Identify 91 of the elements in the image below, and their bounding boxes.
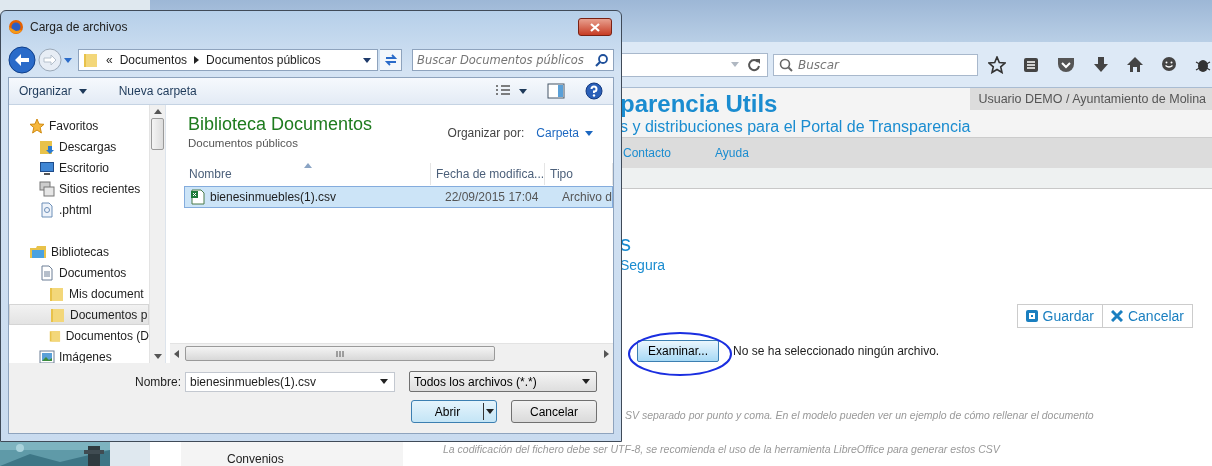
search-icon: [779, 57, 793, 72]
arrange-label: Organizar por:: [447, 126, 525, 140]
preview-pane-icon[interactable]: [547, 83, 565, 99]
site-title: parencia Utils: [620, 90, 779, 118]
sidebar-item[interactable]: Convenios: [227, 452, 284, 466]
home-icon[interactable]: [1126, 55, 1144, 74]
cancel-button[interactable]: Cancelar: [511, 400, 597, 423]
view-list-icon[interactable]: [495, 84, 511, 98]
star-icon: [29, 117, 45, 134]
file-name: bienesinmuebles(1).csv: [210, 190, 337, 204]
history-dropdown-icon[interactable]: [64, 57, 72, 63]
search-field[interactable]: Buscar: [773, 53, 978, 76]
nav-tree-item[interactable]: Documentos: [9, 262, 149, 283]
dropdown-icon[interactable]: [380, 379, 388, 384]
arrange-dropdown[interactable]: Carpeta: [536, 126, 593, 140]
back-button[interactable]: [8, 46, 36, 74]
filename-label: Nombre:: [135, 374, 181, 389]
filename-field[interactable]: bienesinmuebles(1).csv: [185, 371, 395, 392]
monitor-icon: [39, 159, 55, 176]
scrollbar-thumb[interactable]: [185, 346, 495, 361]
nav-tree-item[interactable]: Descargas: [9, 136, 149, 157]
refresh-button[interactable]: [380, 49, 402, 71]
close-icon: [590, 22, 600, 32]
nav-tree-item[interactable]: Bibliotecas: [9, 241, 149, 262]
help-text: SV separado por punto y coma. En el modelo pueden ver un ejemplo de cómo rellenar el documento: [625, 409, 1095, 421]
cross-icon: [1110, 310, 1123, 322]
page-subheading: Segura: [620, 257, 667, 273]
folder-icon: [49, 285, 65, 302]
nav-tree-item[interactable]: Documentos p: [9, 304, 149, 325]
refresh-icon: [383, 53, 398, 67]
scrollbar-thumb[interactable]: [151, 118, 164, 150]
caret-icon: [78, 88, 87, 94]
file-icon: [39, 201, 55, 218]
nav-tree-item[interactable]: Mis document: [9, 283, 149, 304]
spreadsheet-file-icon: [190, 189, 206, 205]
search-field[interactable]: Buscar Documentos públicos: [412, 49, 614, 71]
nav-tree-item[interactable]: Escritorio: [9, 157, 149, 178]
recent-places-icon: [39, 180, 55, 197]
folder-icon: [50, 306, 66, 323]
breadcrumb-overflow[interactable]: «: [106, 53, 113, 67]
file-row[interactable]: bienesinmuebles(1).csv 22/09/2015 17:04 Archivo d: [184, 186, 613, 208]
help-text: La codificación del fichero debe ser UTF-8, se recomienda el uso de la herramienta LibreOffice para generar estos CSV: [443, 443, 1002, 455]
column-header[interactable]: Fecha de modifica...: [431, 163, 546, 185]
library-title: Biblioteca Documentos: [188, 113, 373, 135]
browser-logo-icon: [8, 19, 24, 35]
help-icon[interactable]: [585, 82, 603, 100]
smiley-icon[interactable]: [1160, 55, 1178, 74]
open-button[interactable]: Abrir: [411, 400, 497, 423]
column-header[interactable]: Nombre: [184, 163, 431, 185]
file-status: No se ha seleccionado ningún archivo.: [733, 344, 940, 358]
reading-list-icon[interactable]: [1022, 55, 1040, 74]
address-bar[interactable]: « Documentos Documentos públicos: [78, 49, 378, 71]
library-icon: [29, 243, 47, 260]
search-icon: [595, 53, 609, 67]
grip-icon: [336, 350, 344, 357]
nav-tree-item[interactable]: Imágenes: [9, 346, 149, 363]
nav-tree-item[interactable]: Sitios recientes: [9, 178, 149, 199]
cancel-button[interactable]: Cancelar: [1102, 304, 1193, 328]
downloads-folder-icon: [39, 138, 55, 155]
nav-tree-item[interactable]: Documentos (D: [9, 325, 149, 346]
user-label: Usuario DEMO / Ayuntamiento de Molina: [970, 88, 1212, 110]
library-subtitle: Documentos públicos: [188, 136, 299, 151]
file-type-select[interactable]: Todos los archivos (*.*): [409, 371, 597, 392]
file-type: Archivo d: [560, 190, 612, 204]
scroll-up-icon[interactable]: [153, 109, 162, 114]
star-icon[interactable]: [988, 55, 1006, 74]
dropdown-icon: [582, 379, 590, 384]
scroll-left-icon[interactable]: [174, 349, 179, 358]
dropdown-icon: [486, 409, 494, 414]
dialog-title: Carga de archivos: [30, 20, 129, 34]
folder-icon: [83, 52, 99, 68]
browse-button[interactable]: Examinar...: [637, 340, 720, 362]
chevron-icon: [194, 56, 200, 64]
caret-icon: [585, 130, 593, 136]
reload-icon[interactable]: [747, 57, 761, 72]
close-button[interactable]: [578, 18, 612, 36]
scroll-down-icon[interactable]: [153, 354, 162, 359]
breadcrumb-item[interactable]: Documentos: [119, 53, 188, 67]
new-folder-button[interactable]: Nueva carpeta: [118, 84, 197, 98]
breadcrumb-item[interactable]: Documentos públicos: [206, 53, 321, 67]
save-button[interactable]: Guardar: [1016, 304, 1103, 328]
document-icon: [39, 264, 55, 281]
download-icon[interactable]: [1092, 55, 1110, 74]
column-header[interactable]: Tipo: [545, 163, 613, 185]
nav-tree-item[interactable]: .phtml: [9, 199, 149, 220]
file-date: 22/09/2015 17:04: [444, 190, 540, 204]
scroll-right-icon[interactable]: [604, 349, 609, 358]
floppy-icon: [1025, 310, 1038, 322]
organize-menu[interactable]: Organizar: [19, 84, 87, 98]
pocket-icon[interactable]: [1056, 55, 1076, 74]
nav-tree-item[interactable]: Favoritos: [9, 115, 149, 136]
